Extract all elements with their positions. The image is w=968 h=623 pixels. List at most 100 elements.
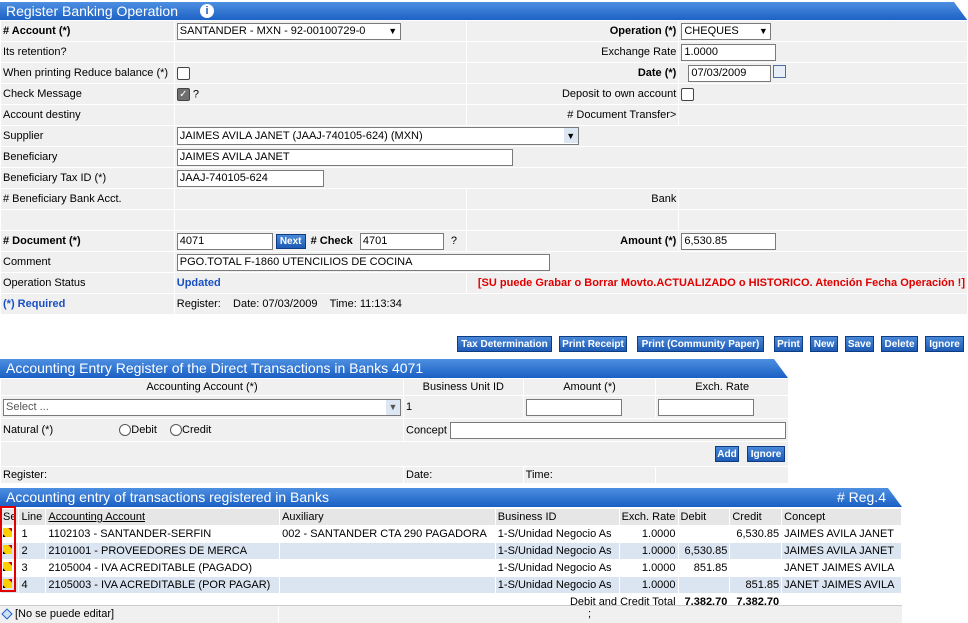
footer-semicolon: ;	[588, 608, 592, 620]
credit-radio[interactable]	[170, 424, 182, 437]
exch-rate-cell: 1.0000	[618, 559, 679, 577]
delete-button[interactable]: Delete	[881, 336, 918, 352]
footer-note: [No se puede editar]	[15, 608, 115, 620]
table-row[interactable]: 2 2101001 - PROVEEDORES DE MERCA 1-S/Uni…	[0, 542, 902, 560]
entry-amount-input[interactable]	[525, 398, 622, 416]
diamond-icon	[1, 608, 13, 620]
comment-input[interactable]	[176, 253, 550, 271]
debit-cell	[677, 525, 731, 543]
line-cell: 2	[18, 542, 47, 560]
entry-exch-input[interactable]	[658, 398, 755, 416]
concept-cell: JANET JAIMES AVILA	[781, 576, 902, 594]
check-message-help: ?	[192, 87, 199, 100]
required-note: (*) Required	[0, 293, 175, 315]
footer-divider	[278, 606, 279, 623]
operation-select[interactable]: CHEQUES ▼	[681, 22, 772, 40]
calendar-icon[interactable]	[773, 64, 787, 78]
check-message-checkbox[interactable]: ✓	[176, 87, 190, 101]
supplier-select[interactable]: JAIMES AVILA JANET (JAAJ-740105-624) (MX…	[176, 127, 579, 145]
save-button[interactable]: Save	[845, 336, 874, 352]
bu-header: Business Unit ID	[403, 378, 524, 396]
col-business-id: Business ID	[494, 508, 620, 526]
supplier-label: Supplier	[0, 125, 175, 147]
info-icon[interactable]: i	[200, 4, 214, 18]
tax-id-input[interactable]	[176, 169, 324, 187]
concept-input[interactable]	[450, 421, 787, 439]
account-cell: 2105004 - IVA ACREDITABLE (PAGADO)	[45, 559, 281, 577]
header2-title: Accounting Entry Register of the Direct …	[6, 360, 424, 376]
tax-id-label: Beneficiary Tax ID (*)	[0, 167, 175, 189]
print-community-button[interactable]: Print (Community Paper)	[637, 336, 764, 352]
print-receipt-button[interactable]: Print Receipt	[559, 336, 627, 352]
table-row[interactable]: 1 1102103 - SANTANDER-SERFIN 002 - SANTA…	[0, 525, 902, 543]
business-id-cell: 1-S/Unidad Negocio As	[494, 542, 620, 560]
transactions-table: Se Line Accounting Account Auxiliary Bus…	[0, 508, 902, 611]
exch-header: Exch. Rate	[655, 378, 790, 396]
amount-input[interactable]	[681, 232, 777, 250]
edit-column-highlight	[0, 506, 16, 592]
col-debit: Debit	[677, 508, 731, 526]
header-accounting-entry-register: Accounting Entry Register of the Direct …	[0, 359, 788, 378]
col-auxiliary: Auxiliary	[279, 508, 496, 526]
accounting-account-select[interactable]: Select ... ▼	[3, 398, 401, 416]
reduce-balance-checkbox[interactable]	[176, 66, 190, 80]
new-button[interactable]: New	[810, 336, 838, 352]
register-time: Time: 11:13:34	[329, 298, 402, 310]
col-credit: Credit	[729, 508, 783, 526]
table-row[interactable]: 3 2105004 - IVA ACREDITABLE (PAGADO) 1-S…	[0, 559, 902, 577]
chevron-down-icon: ▼	[386, 399, 400, 415]
date-input[interactable]	[688, 64, 772, 82]
comment-label: Comment	[0, 251, 175, 273]
header-register-banking: Register Banking Operation i	[0, 2, 968, 21]
col-concept: Concept	[781, 508, 902, 526]
credit-label: Credit	[182, 423, 212, 436]
register-date: Date: 07/03/2009	[233, 298, 318, 310]
tax-determination-button[interactable]: Tax Determination	[457, 336, 552, 352]
deposit-own-checkbox[interactable]	[681, 87, 695, 101]
bank-acct-label: # Beneficiary Bank Acct.	[0, 188, 175, 210]
account-cell: 2101001 - PROVEEDORES DE MERCA	[45, 542, 281, 560]
retention-label: Its retention?	[0, 41, 175, 63]
business-id-cell: 1-S/Unidad Negocio As	[494, 576, 620, 594]
beneficiary-input[interactable]	[176, 148, 513, 166]
add-button[interactable]: Add	[715, 446, 739, 462]
auxiliary-cell	[279, 542, 496, 560]
entry-form: Accounting Account (*) Business Unit ID …	[0, 378, 790, 484]
credit-cell	[729, 559, 783, 577]
auxiliary-cell	[279, 559, 496, 577]
beneficiary-label: Beneficiary	[0, 146, 175, 168]
operation-label: Operation (*)	[465, 20, 680, 42]
debit-cell	[677, 576, 731, 594]
concept-label: Concept	[406, 424, 447, 436]
document-label: # Document (*)	[0, 230, 175, 252]
line-cell: 3	[18, 559, 47, 577]
account-destiny-label: Account destiny	[0, 104, 175, 126]
credit-cell: 6,530.85	[729, 525, 783, 543]
chevron-down-icon: ▼	[563, 128, 578, 143]
exchange-rate-input[interactable]	[681, 43, 777, 61]
credit-cell: 851.85	[729, 576, 783, 594]
chevron-down-icon: ▼	[388, 25, 398, 36]
entry-ignore-button[interactable]: Ignore	[747, 446, 785, 462]
col-accounting-account[interactable]: Accounting Account	[45, 508, 281, 526]
col-line: Line	[18, 508, 47, 526]
line-cell: 4	[18, 576, 47, 594]
debit-cell: 6,530.85	[677, 542, 731, 560]
check-input[interactable]	[359, 232, 444, 250]
status-value: Updated	[173, 272, 467, 294]
debit-radio[interactable]	[119, 424, 132, 437]
next-button[interactable]: Next	[275, 233, 306, 249]
entry-time-label: Time:	[522, 466, 657, 484]
table-row[interactable]: 4 2105003 - IVA ACREDITABLE (POR PAGAR) …	[0, 576, 902, 594]
print-button[interactable]: Print	[774, 336, 803, 352]
header3-title: Accounting entry of transactions registe…	[6, 489, 329, 505]
concept-cell: JAIMES AVILA JANET	[781, 542, 902, 560]
entry-date-label: Date:	[403, 466, 524, 484]
line-cell: 1	[18, 525, 47, 543]
exch-rate-cell: 1.0000	[618, 525, 679, 543]
status-label: Operation Status	[0, 272, 175, 294]
account-select[interactable]: SANTANDER - MXN - 92-00100729-0 ▼	[176, 22, 401, 40]
document-input[interactable]	[176, 232, 273, 250]
bu-value: 1	[403, 395, 524, 419]
ignore-button[interactable]: Ignore	[925, 336, 964, 352]
